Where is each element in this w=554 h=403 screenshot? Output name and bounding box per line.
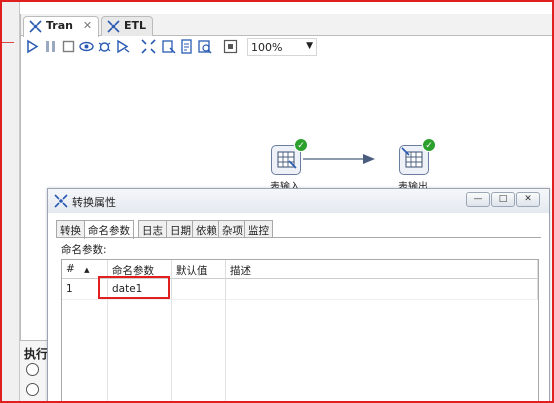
- zoom-select[interactable]: 100% ▼: [247, 38, 317, 56]
- replay-icon[interactable]: [115, 39, 130, 54]
- close-icon[interactable]: ✕: [83, 19, 92, 32]
- sql-icon[interactable]: [179, 39, 194, 54]
- run-icon[interactable]: [25, 39, 40, 54]
- transformation-icon: [54, 194, 68, 208]
- job-icon: [107, 20, 120, 33]
- clock-icon[interactable]: [26, 363, 39, 376]
- column-header-description[interactable]: 描述: [226, 260, 538, 279]
- left-panel: [0, 0, 20, 403]
- editor-toolbar: 100% ▼: [21, 37, 554, 57]
- hop-arrow[interactable]: [21, 58, 554, 198]
- debug-icon[interactable]: [97, 39, 112, 54]
- stop-icon[interactable]: [61, 39, 76, 54]
- explore-db-icon[interactable]: [197, 39, 212, 54]
- execution-panel-title: 执行: [24, 347, 49, 361]
- execution-results-panel: 执行: [20, 340, 48, 403]
- sort-arrow-icon: ▲: [84, 266, 90, 274]
- editor-tabbar: Tran ✕ ETL: [21, 14, 554, 37]
- column-header-default[interactable]: 默认值: [172, 260, 226, 279]
- row-1-default-cell[interactable]: [172, 279, 226, 300]
- maximize-button[interactable]: □: [491, 192, 515, 207]
- pause-icon[interactable]: [43, 39, 58, 54]
- tab-dependencies[interactable]: 依赖: [192, 220, 221, 238]
- step-table-input[interactable]: ✓: [271, 138, 308, 175]
- zoom-value: 100%: [251, 41, 283, 54]
- grid-align-icon[interactable]: [223, 39, 238, 54]
- tab-divider: [56, 237, 541, 238]
- impact-icon[interactable]: [161, 39, 176, 54]
- transformation-icon: [29, 20, 42, 33]
- success-check-icon: ✓: [422, 138, 436, 152]
- tab-tran[interactable]: Tran ✕: [23, 16, 100, 37]
- minimize-button[interactable]: —: [466, 192, 490, 207]
- tab-transformation[interactable]: 转换: [56, 220, 85, 238]
- tab-tran-label: Tran: [46, 19, 73, 32]
- dialog-titlebar: 转换属性 — □ ✕: [48, 189, 549, 213]
- tab-monitoring[interactable]: 监控: [244, 220, 273, 238]
- minus-circle-icon[interactable]: [26, 383, 39, 396]
- chevron-down-icon: ▼: [306, 41, 313, 51]
- step-table-output[interactable]: ✓: [399, 138, 436, 175]
- highlight-box: [98, 276, 170, 299]
- tab-etl[interactable]: ETL: [101, 16, 154, 36]
- tab-misc[interactable]: 杂项: [218, 220, 247, 238]
- left-panel-marker: [2, 42, 14, 43]
- tab-date[interactable]: 日期: [166, 220, 195, 238]
- tab-etl-label: ETL: [124, 19, 147, 32]
- named-parameters-label: 命名参数:: [61, 244, 107, 256]
- success-check-icon: ✓: [294, 138, 308, 152]
- close-button[interactable]: ✕: [516, 192, 540, 207]
- dialog-title: 转换属性: [72, 196, 116, 209]
- preview-icon[interactable]: [79, 39, 94, 54]
- tab-logging[interactable]: 日志: [138, 220, 167, 238]
- row-1-description-cell[interactable]: [226, 279, 538, 300]
- verify-icon[interactable]: [141, 39, 156, 54]
